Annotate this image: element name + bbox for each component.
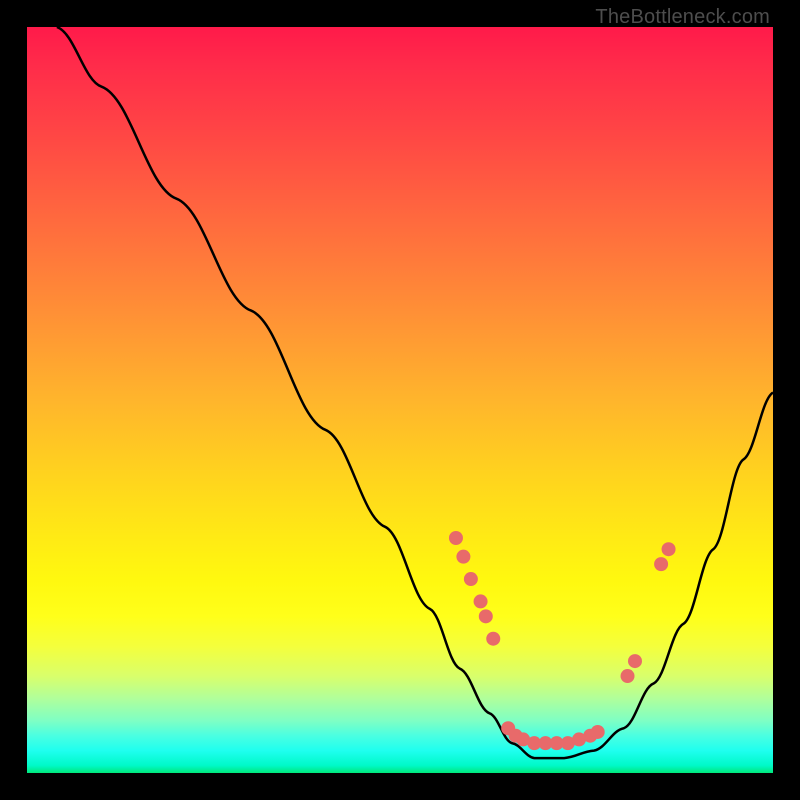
curve-layer: [27, 27, 773, 773]
data-marker: [479, 609, 493, 623]
data-marker: [449, 531, 463, 545]
data-marker: [662, 542, 676, 556]
chart-frame: TheBottleneck.com: [0, 0, 800, 800]
data-markers: [449, 531, 676, 750]
plot-area: [27, 27, 773, 773]
watermark-text: TheBottleneck.com: [595, 6, 770, 29]
data-marker: [654, 557, 668, 571]
bottleneck-curve: [57, 27, 773, 758]
data-marker: [591, 725, 605, 739]
data-marker: [486, 632, 500, 646]
data-marker: [464, 572, 478, 586]
data-marker: [628, 654, 642, 668]
data-marker: [456, 550, 470, 564]
curve-path: [57, 27, 773, 758]
data-marker: [474, 594, 488, 608]
data-marker: [621, 669, 635, 683]
